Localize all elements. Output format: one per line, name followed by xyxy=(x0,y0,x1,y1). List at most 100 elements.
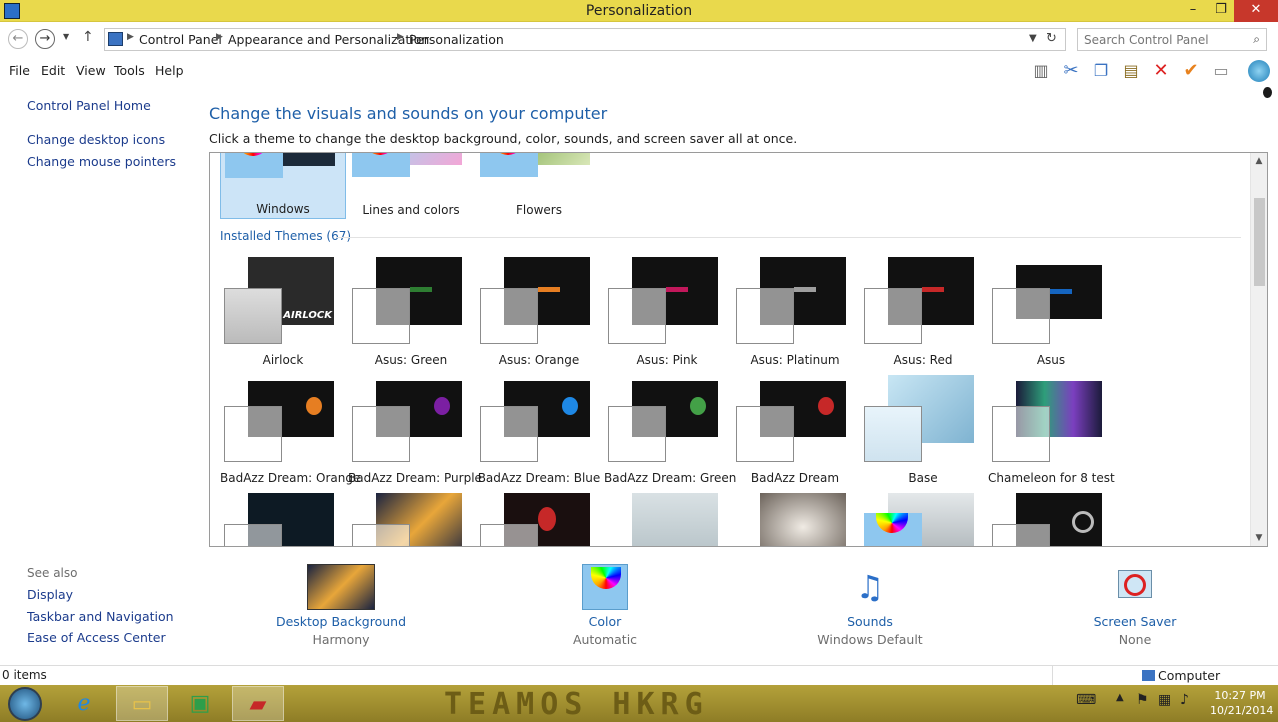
system-clock[interactable]: 10:27 PM 10/21/2014 xyxy=(1210,688,1273,718)
color-palette-icon xyxy=(352,153,410,177)
minimize-button[interactable]: – xyxy=(1178,0,1208,22)
maximize-button[interactable]: ❐ xyxy=(1208,0,1234,22)
menu-tools[interactable]: Tools xyxy=(114,63,145,78)
theme-label: Base xyxy=(908,471,938,485)
theme-item[interactable] xyxy=(604,487,730,546)
theme-preview-window xyxy=(352,406,410,462)
desktop-background-label[interactable]: Desktop Background xyxy=(266,614,416,629)
theme-preview-window xyxy=(992,288,1050,344)
theme-label: BadAzz Dream: Blue xyxy=(477,471,601,485)
theme-airlock[interactable]: AIRLOCK Airlock xyxy=(220,251,346,369)
chevron-right-icon[interactable]: ▶ xyxy=(216,32,223,42)
address-field[interactable]: ▶ Control Panel ▶ Appearance and Persona… xyxy=(104,28,1066,51)
keyboard-icon[interactable]: ⌨ xyxy=(1076,692,1096,708)
title-bar: Personalization – ❐ ✕ xyxy=(0,0,1278,22)
file-explorer-icon[interactable]: ▭ xyxy=(116,686,168,721)
show-hidden-icons[interactable]: ▲ xyxy=(1116,692,1124,703)
theme-asus-platinum[interactable]: Asus: Platinum xyxy=(732,251,858,369)
scroll-up-arrow-icon[interactable]: ▲ xyxy=(1251,153,1267,169)
theme-label: Airlock xyxy=(262,353,304,367)
installed-themes-heading[interactable]: Installed Themes (67) xyxy=(220,229,351,243)
properties-icon[interactable]: ▭ xyxy=(1210,60,1232,82)
theme-chameleon[interactable]: Chameleon for 8 test xyxy=(988,369,1115,487)
clock-time: 10:27 PM xyxy=(1214,689,1266,702)
copy-icon[interactable]: ❐ xyxy=(1090,60,1112,82)
layout-icon[interactable]: ▥ xyxy=(1030,60,1052,82)
theme-badazz-blue[interactable]: BadAzz Dream: Blue xyxy=(476,369,602,487)
theme-base[interactable]: Base xyxy=(860,369,986,487)
scroll-thumb[interactable] xyxy=(1254,198,1265,286)
theme-asus-red[interactable]: Asus: Red xyxy=(860,251,986,369)
network-icon[interactable]: ▦ xyxy=(1158,692,1171,708)
screen-saver-setting[interactable]: Screen Saver None xyxy=(1060,564,1210,647)
breadcrumb-personalization[interactable]: Personalization xyxy=(409,32,504,47)
recent-pages-icon[interactable]: ▼ xyxy=(63,32,69,41)
theme-item[interactable] xyxy=(220,487,346,546)
personalization-app-icon[interactable]: ▰ xyxy=(232,686,284,721)
chevron-right-icon[interactable]: ▶ xyxy=(397,32,404,42)
theme-item[interactable] xyxy=(732,487,858,546)
ease-of-access-link[interactable]: Ease of Access Center xyxy=(27,630,166,645)
theme-preview-window xyxy=(352,524,410,546)
themes-list[interactable]: Windows Lines and colors Flowers Install… xyxy=(209,152,1268,547)
color-setting[interactable]: Color Automatic xyxy=(530,564,680,647)
change-desktop-icons-link[interactable]: Change desktop icons xyxy=(27,132,165,147)
display-link[interactable]: Display xyxy=(27,587,73,602)
search-input[interactable] xyxy=(1084,30,1244,50)
volume-icon[interactable]: ♪ xyxy=(1180,692,1189,708)
start-button[interactable] xyxy=(8,687,42,721)
theme-asus[interactable]: Asus xyxy=(988,251,1114,369)
delete-icon[interactable]: ✕ xyxy=(1150,60,1172,82)
theme-asus-green[interactable]: Asus: Green xyxy=(348,251,474,369)
theme-preview-window xyxy=(992,406,1050,462)
change-mouse-pointers-link[interactable]: Change mouse pointers xyxy=(27,154,176,169)
internet-explorer-icon[interactable]: ℯ xyxy=(58,686,110,721)
store-icon[interactable]: ▣ xyxy=(174,686,226,721)
refresh-icon[interactable]: ↻ xyxy=(1046,31,1057,46)
scroll-down-arrow-icon[interactable]: ▼ xyxy=(1251,530,1267,546)
breadcrumb-control-panel[interactable]: Control Panel xyxy=(139,32,222,47)
themes-scrollbar[interactable]: ▲ ▼ xyxy=(1250,153,1267,546)
theme-badazz-green[interactable]: BadAzz Dream: Green xyxy=(604,369,736,487)
theme-badazz-purple[interactable]: BadAzz Dream: Purple xyxy=(348,369,482,487)
color-label[interactable]: Color xyxy=(530,614,680,629)
theme-windows[interactable]: Windows xyxy=(220,153,346,219)
theme-badazz-dream[interactable]: BadAzz Dream xyxy=(732,369,858,487)
menu-view[interactable]: View xyxy=(76,63,106,78)
theme-lines-and-colors[interactable]: Lines and colors xyxy=(348,153,474,219)
theme-flowers[interactable]: Flowers xyxy=(476,153,602,219)
desktop-background-setting[interactable]: Desktop Background Harmony xyxy=(266,564,416,647)
screen-saver-label[interactable]: Screen Saver xyxy=(1060,614,1210,629)
control-panel-home-link[interactable]: Control Panel Home xyxy=(27,98,151,113)
theme-item[interactable] xyxy=(988,487,1114,546)
paste-icon[interactable]: ▤ xyxy=(1120,60,1142,82)
menu-help[interactable]: Help xyxy=(155,63,184,78)
menu-file[interactable]: File xyxy=(9,63,30,78)
menu-edit[interactable]: Edit xyxy=(41,63,65,78)
theme-asus-orange[interactable]: Asus: Orange xyxy=(476,251,602,369)
window-title: Personalization xyxy=(585,3,693,19)
close-button[interactable]: ✕ xyxy=(1234,0,1278,22)
check-icon[interactable]: ✔ xyxy=(1180,60,1202,82)
back-button[interactable]: ← xyxy=(8,29,28,49)
desktop-background-thumbnail xyxy=(307,564,375,610)
theme-item[interactable] xyxy=(860,487,986,546)
sounds-setting[interactable]: ♫ Sounds Windows Default xyxy=(795,564,945,647)
chevron-down-icon[interactable]: ▼ xyxy=(1029,33,1037,44)
theme-badazz-orange[interactable]: BadAzz Dream: Orange xyxy=(220,369,360,487)
taskbar-navigation-link[interactable]: Taskbar and Navigation xyxy=(27,609,174,624)
search-box[interactable]: ⌕ xyxy=(1077,28,1267,51)
search-icon[interactable]: ⌕ xyxy=(1253,32,1260,47)
theme-asus-pink[interactable]: Asus: Pink xyxy=(604,251,730,369)
theme-item[interactable] xyxy=(348,487,474,546)
up-arrow-icon[interactable]: ↑ xyxy=(82,29,94,45)
globe-icon[interactable] xyxy=(1248,60,1270,82)
theme-item[interactable] xyxy=(476,487,602,546)
status-bar: 0 items Computer xyxy=(0,665,1278,686)
color-palette-icon xyxy=(480,153,538,177)
forward-button[interactable]: → xyxy=(35,29,55,49)
action-center-flag-icon[interactable]: ⚑ xyxy=(1136,692,1149,708)
cut-icon[interactable]: ✂ xyxy=(1060,60,1082,82)
sounds-label[interactable]: Sounds xyxy=(795,614,945,629)
chevron-right-icon[interactable]: ▶ xyxy=(127,32,134,42)
